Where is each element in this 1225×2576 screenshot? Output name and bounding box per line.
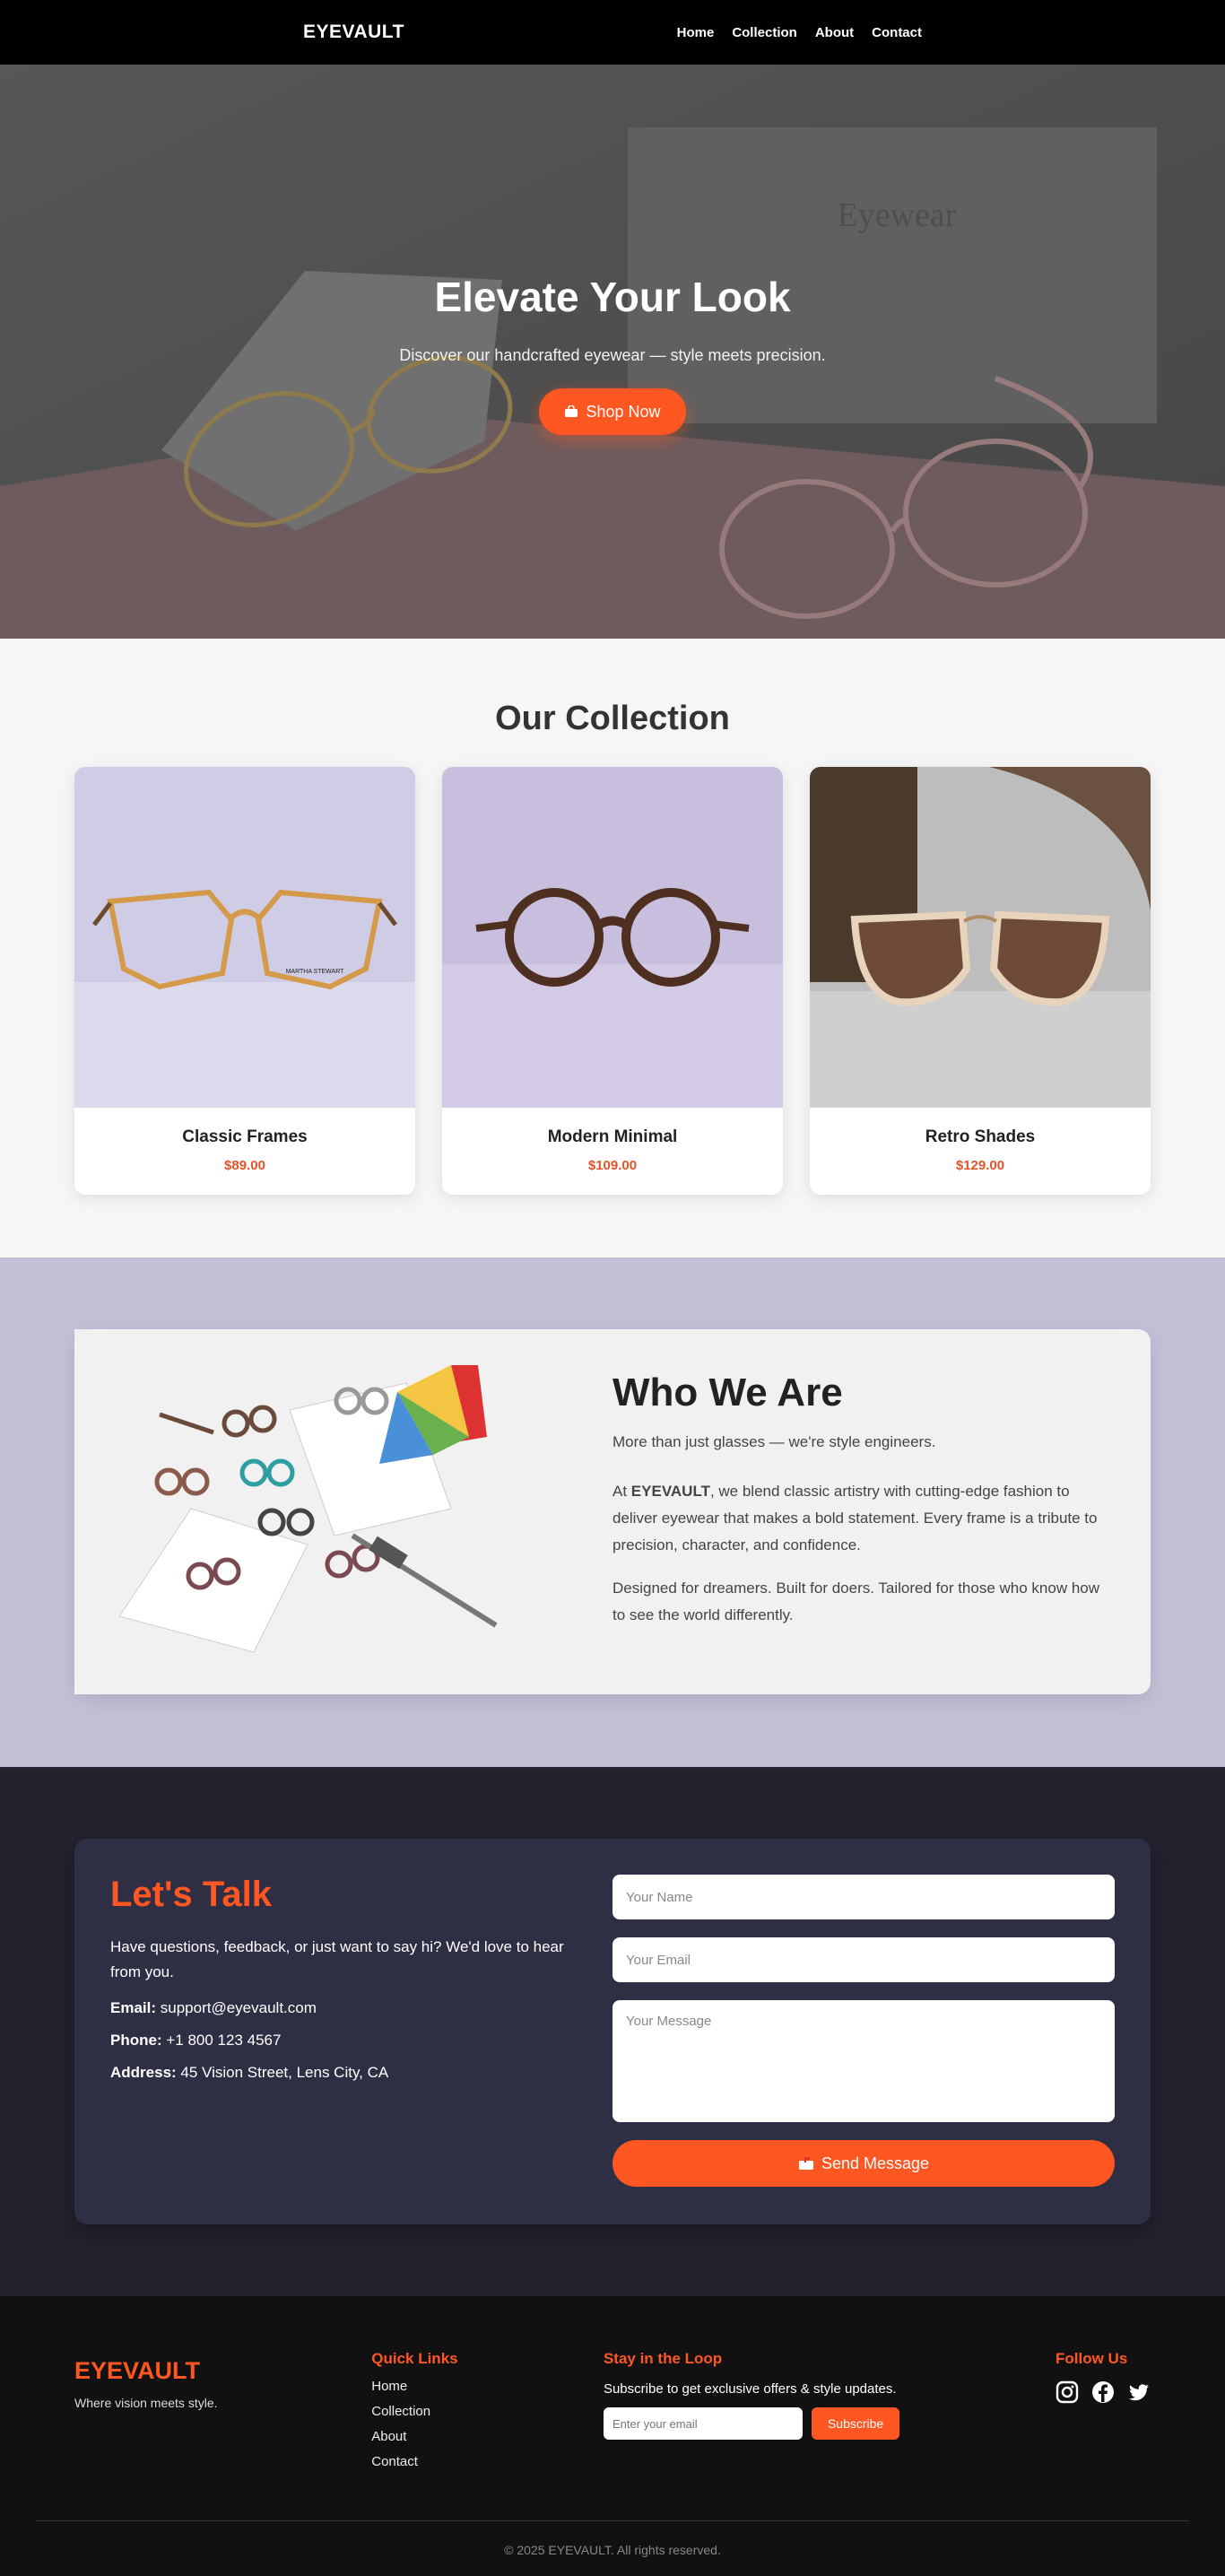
contact-address-value: 45 Vision Street, Lens City, CA <box>180 2064 389 2081</box>
contact-email-value[interactable]: support@eyevault.com <box>161 1999 317 2016</box>
product-card[interactable]: Retro Shades $129.00 <box>810 767 1151 1195</box>
footer-newsletter: Stay in the Loop Subscribe to get exclus… <box>603 2350 1041 2479</box>
top-nav: EYEVAULT Home Collection About Contact <box>0 0 1225 65</box>
social-icons <box>1041 2380 1151 2404</box>
contact-form: Send Message <box>612 1875 1115 2189</box>
contact-phone-label: Phone: <box>110 2032 162 2049</box>
contact-intro: Have questions, feedback, or just want t… <box>110 1938 564 1980</box>
nav-link-home[interactable]: Home <box>677 25 715 40</box>
follow-title: Follow Us <box>1056 2350 1128 2367</box>
footer-divider <box>36 2520 1189 2521</box>
product-name: Modern Minimal <box>547 1127 678 1146</box>
contact-card: Let's Talk Have questions, feedback, or … <box>74 1839 1151 2224</box>
footer-quick-links: Quick Links Home Collection About Contac… <box>371 2350 604 2479</box>
product-price: $89.00 <box>224 1158 265 1173</box>
footer-brand: EYEVAULT Where vision meets style. <box>74 2350 371 2479</box>
send-message-button[interactable]: Send Message <box>612 2140 1115 2187</box>
nav-links: Home Collection About Contact <box>677 25 922 40</box>
hero-content: Elevate Your Look Discover our handcraft… <box>0 273 1225 435</box>
footer-tagline: Where vision meets style. <box>74 2396 218 2410</box>
shop-now-label: Shop Now <box>586 402 661 421</box>
footer-columns: EYEVAULT Where vision meets style. Quick… <box>0 2296 1225 2479</box>
about-lead: More than just glasses — we're style eng… <box>612 1433 936 1450</box>
newsletter-text: Subscribe to get exclusive offers & styl… <box>603 2381 897 2397</box>
footer-follow: Follow Us <box>1041 2350 1151 2479</box>
nav-link-collection[interactable]: Collection <box>732 25 797 40</box>
product-card[interactable]: MARTHA STEWART Classic Frames $89.00 <box>74 767 415 1195</box>
product-name: Classic Frames <box>182 1127 308 1146</box>
hero-subtitle: Discover our handcrafted eyewear — style… <box>399 346 826 364</box>
about-brand: EYEVAULT <box>630 1483 710 1500</box>
contact-address: Address: 45 Vision Street, Lens City, CA <box>110 2064 577 2082</box>
product-price: $109.00 <box>587 1158 638 1173</box>
quick-links-list: Home Collection About Contact <box>371 2379 604 2469</box>
about-section: Who We Are More than just glasses — we'r… <box>0 1258 1225 1767</box>
subscribe-button[interactable]: Subscribe <box>811 2407 900 2440</box>
footer-link-home[interactable]: Home <box>371 2379 604 2394</box>
footer-link-contact[interactable]: Contact <box>371 2454 604 2469</box>
about-image <box>74 1329 612 1694</box>
instagram-icon[interactable] <box>1056 2380 1079 2404</box>
hero-title: Elevate Your Look <box>434 274 791 320</box>
newsletter-email-input[interactable] <box>603 2407 803 2440</box>
hero-section: Eyewear Elevate Your Look Discover our h… <box>0 65 1225 639</box>
contact-section: Let's Talk Have questions, feedback, or … <box>0 1767 1225 2296</box>
collection-title: Our Collection <box>495 700 730 737</box>
send-message-label: Send Message <box>821 2154 930 2172</box>
brand-logo[interactable]: EYEVAULT <box>303 22 404 43</box>
facebook-icon[interactable] <box>1091 2380 1115 2404</box>
contact-email-label: Email: <box>110 1999 157 2016</box>
quick-links-title: Quick Links <box>371 2350 458 2367</box>
contact-email: Email: support@eyevault.com <box>110 1999 577 2017</box>
contact-title: Let's Talk <box>110 1875 272 1914</box>
shopping-bag-icon <box>564 405 578 418</box>
about-title: Who We Are <box>612 1371 843 1414</box>
name-input[interactable] <box>612 1875 1115 1919</box>
about-p1-prefix: At <box>612 1483 631 1500</box>
contact-info: Let's Talk Have questions, feedback, or … <box>110 1875 612 2189</box>
nav-link-about[interactable]: About <box>815 25 854 40</box>
contact-phone-value[interactable]: +1 800 123 4567 <box>166 2032 281 2049</box>
footer-brand-name: EYEVAULT <box>74 2357 201 2384</box>
footer-link-about[interactable]: About <box>371 2429 604 2444</box>
contact-address-label: Address: <box>110 2064 177 2081</box>
product-image-retro-shades <box>810 767 1151 1108</box>
collection-section: Our Collection MARTHA STEWART Classic Fr… <box>0 639 1225 1258</box>
newsletter-title: Stay in the Loop <box>603 2350 723 2367</box>
message-textarea[interactable] <box>612 2000 1115 2122</box>
about-text: Who We Are More than just glasses — we'r… <box>612 1329 1151 1694</box>
product-image-modern-minimal <box>442 767 783 1108</box>
product-price: $129.00 <box>955 1158 1005 1173</box>
product-name: Retro Shades <box>925 1127 1036 1146</box>
nav-link-contact[interactable]: Contact <box>872 25 922 40</box>
mailbox-icon <box>798 2156 814 2171</box>
product-card[interactable]: Modern Minimal $109.00 <box>442 767 783 1195</box>
copyright: © 2025 EYEVAULT. All rights reserved. <box>504 2543 721 2557</box>
contact-phone: Phone: +1 800 123 4567 <box>110 2032 577 2049</box>
product-grid: MARTHA STEWART Classic Frames $89.00 Mod… <box>0 767 1225 1195</box>
email-input[interactable] <box>612 1937 1115 1982</box>
svg-text:MARTHA STEWART: MARTHA STEWART <box>286 969 345 975</box>
twitter-icon[interactable] <box>1127 2380 1151 2404</box>
footer-link-collection[interactable]: Collection <box>371 2404 604 2419</box>
shop-now-button[interactable]: Shop Now <box>539 388 686 435</box>
footer: EYEVAULT Where vision meets style. Quick… <box>0 2296 1225 2576</box>
about-card: Who We Are More than just glasses — we'r… <box>74 1329 1151 1694</box>
about-paragraph: At EYEVAULT, we blend classic artistry w… <box>612 1478 1111 1559</box>
product-image-classic-frames: MARTHA STEWART <box>74 767 415 1108</box>
newsletter-form: Subscribe <box>603 2407 1041 2440</box>
about-paragraph-2: Designed for dreamers. Built for doers. … <box>612 1580 1100 1623</box>
